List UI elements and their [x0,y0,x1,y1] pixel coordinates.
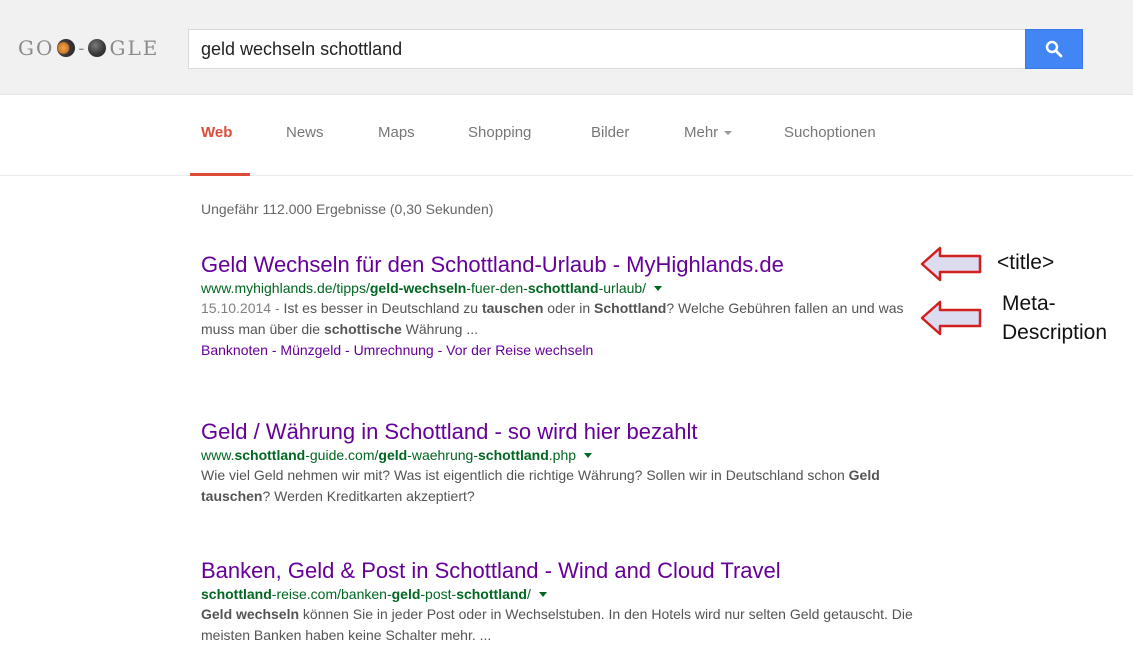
url-text: .php [548,447,577,463]
logo-dash: - [78,37,86,59]
logo-ball-icon [88,39,107,57]
result-stats: Ungefähr 112.000 Ergebnisse (0,30 Sekund… [201,201,494,217]
result-title-link[interactable]: Geld / Währung in Schottland - so wird h… [201,419,921,445]
tab-news[interactable]: News [286,124,324,141]
snippet-date: 15.10.2014 - [201,300,284,316]
result-title-link[interactable]: Geld Wechseln für den Schottland-Urlaub … [201,252,921,278]
url-text-bold: schottland [527,280,599,296]
tab-bar: Web News Maps Shopping Bilder Mehr Sucho… [0,96,1133,176]
sitelink-separator: - [433,342,447,358]
tab-bilder[interactable]: Bilder [591,124,629,141]
tab-shopping[interactable]: Shopping [468,124,531,141]
sitelink-separator: - [341,342,354,358]
url-text-bold: schottland [234,447,306,463]
snippet-text: können Sie in jeder Post oder in Wechsel… [201,606,913,643]
tab-maps[interactable]: Maps [378,124,415,141]
snippet-bold: Geld wechseln [201,606,300,622]
result-snippet: Wie viel Geld nehmen wir mit? Was ist ei… [201,465,921,507]
sitelink-umrechnung[interactable]: Umrechnung [354,342,434,358]
search-result: Geld / Währung in Schottland - so wird h… [201,419,921,507]
snippet-text: Währung ... [401,321,479,337]
header-bar: GO - GLE [0,0,1133,95]
logo-text-left: GO [18,36,55,60]
sitelinks: Banknoten - Münzgeld - Umrechnung - Vor … [201,340,921,360]
search-result: Geld Wechseln für den Schottland-Urlaub … [201,252,921,360]
caret-down-icon[interactable] [654,285,663,291]
url-text: -guide.com/ [305,447,379,463]
snippet-bold: schottische [323,321,402,337]
tab-suchoptionen[interactable]: Suchoptionen [784,124,876,141]
url-text: -fuer-den- [466,280,528,296]
url-text-bold: geld [378,447,408,463]
result-snippet: 15.10.2014 - Ist es besser in Deutschlan… [201,298,921,340]
snippet-text: ? Werden Kreditkarten akzeptiert? [262,488,475,504]
search-button[interactable] [1025,29,1083,69]
url-text-bold: geld-wechseln [369,280,467,296]
logo-ball-icon [57,39,76,57]
search-result: Banken, Geld & Post in Schottland - Wind… [201,558,921,646]
url-text-bold: schottland [456,586,527,602]
chevron-down-icon [724,131,733,136]
tab-mehr-label: Mehr [684,124,719,141]
url-text: www.myhighlands.de/tipps/ [201,280,370,296]
left-arrow-icon [920,246,982,282]
snippet-text: oder in [543,300,595,316]
sitelink-muenzgeld[interactable]: Münzgeld [280,342,341,358]
search-results-page: GO - GLE Web News Maps Shopping Bilder M… [0,0,1133,655]
result-title-link[interactable]: Banken, Geld & Post in Schottland - Wind… [201,558,921,584]
snippet-bold: Schottland [594,300,667,316]
left-arrow-icon [920,300,982,336]
result-url: www. schottland -guide.com/geld -waehrung-s… [201,445,921,465]
sitelink-banknoten[interactable]: Banknoten [201,342,268,358]
active-tab-indicator [190,173,250,176]
url-text: / [526,586,531,602]
result-url: schottland -reise.com/banken-geld -post-sc… [201,584,921,604]
search-box [188,29,1026,69]
sitelink-vor-der-reise[interactable]: Vor der Reise wechseln [446,342,593,358]
caret-down-icon[interactable] [538,591,547,597]
annotation-meta-label-line1: Meta- [1002,292,1056,315]
search-input[interactable] [201,30,1001,68]
url-text: -urlaub/ [598,280,647,296]
logo-text-right: GLE [109,36,160,60]
search-icon [1045,40,1063,58]
snippet-text: Ist es besser in Deutschland zu [283,300,482,316]
url-text-bold: geld [391,586,421,602]
result-url: www.myhighlands.de/tipps/geld-wechseln -f… [201,278,921,298]
result-snippet: Geld wechseln können Sie in jeder Post o… [201,604,921,646]
tab-mehr[interactable]: Mehr [684,124,733,141]
logo[interactable]: GO - GLE [18,30,159,66]
url-text: www. [201,447,235,463]
caret-down-icon[interactable] [584,452,593,458]
annotation-meta-label-line2: Description [1002,321,1108,344]
sitelink-separator: - [267,342,281,358]
url-text: -waehrung- [407,447,478,463]
snippet-text: Wie viel Geld nehmen wir mit? Was ist ei… [201,467,849,483]
snippet-bold: tauschen [481,300,544,316]
annotation-title-label: <title> [997,251,1055,274]
tab-web[interactable]: Web [201,124,232,141]
url-text-bold: schottland [478,447,549,463]
url-text-bold: schottland [201,586,272,602]
url-text: -post- [420,586,457,602]
url-text: -reise.com/banken- [271,586,392,602]
